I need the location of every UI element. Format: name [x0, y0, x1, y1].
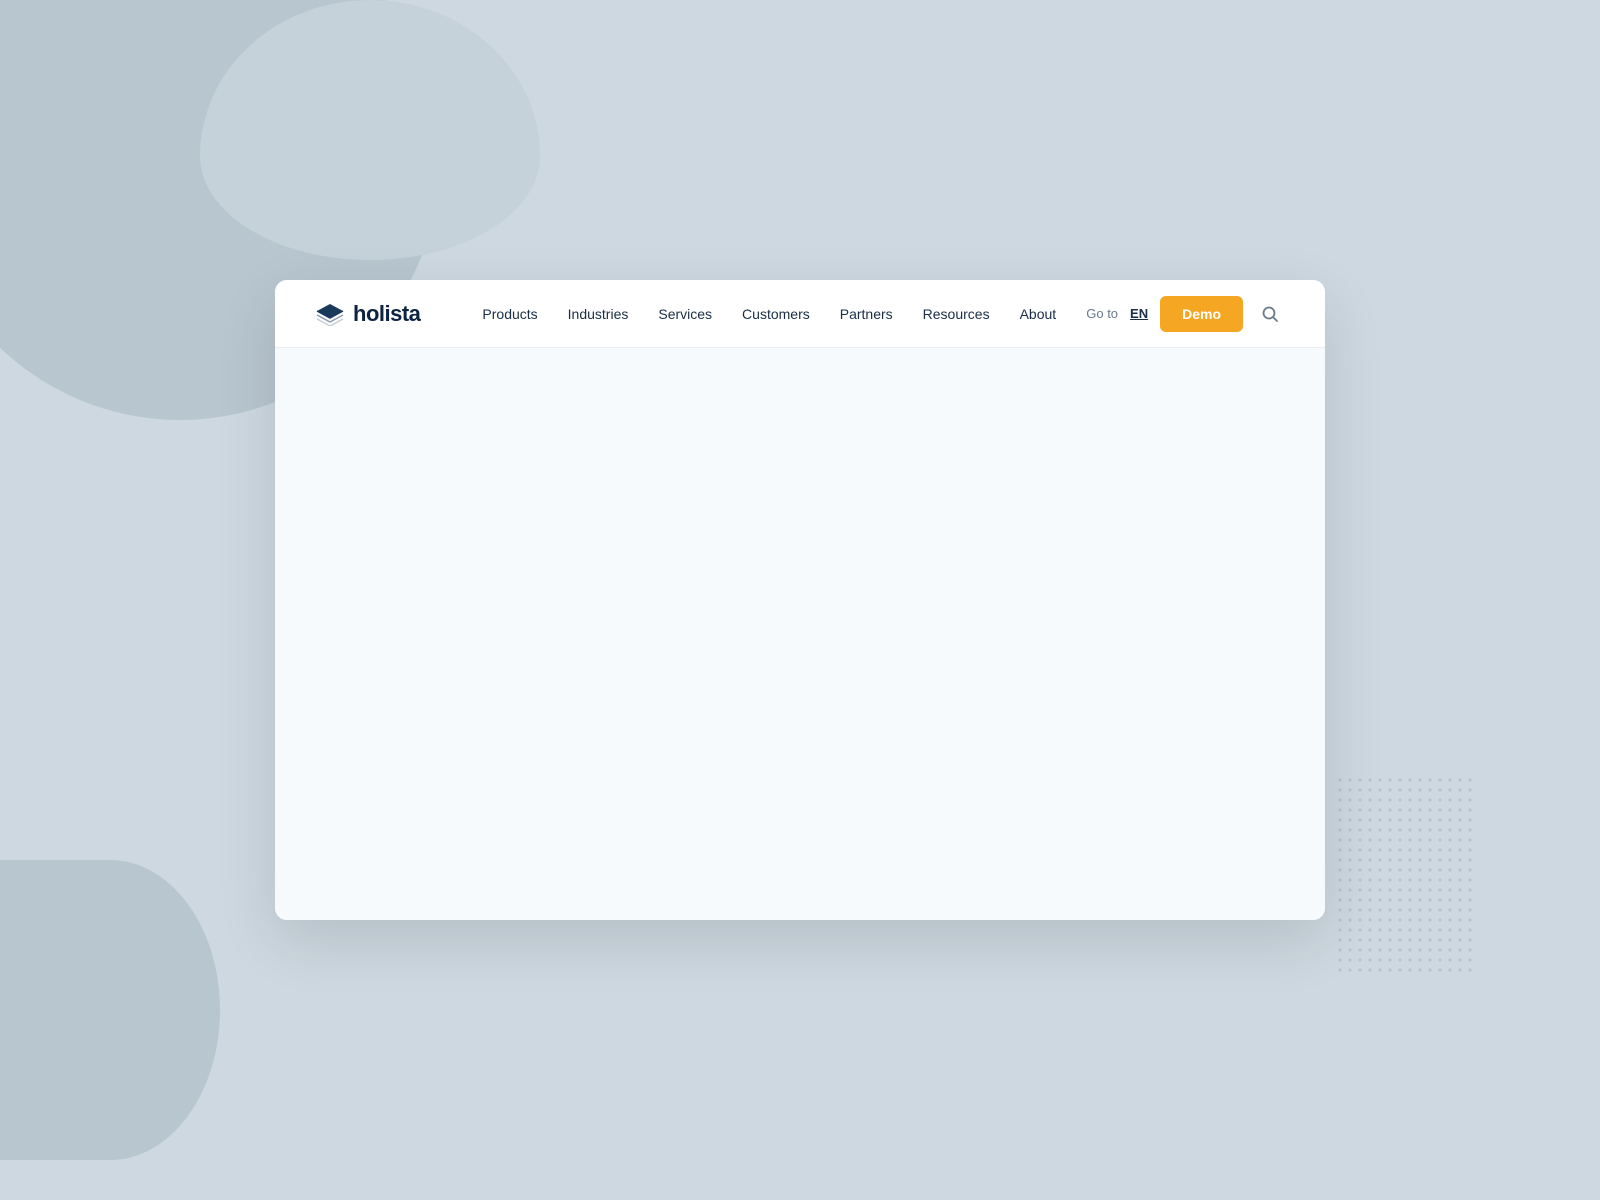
logo-text: holista — [353, 301, 420, 327]
logo-icon — [315, 302, 345, 326]
dot-grid-decoration — [1335, 775, 1495, 1045]
main-card: holista Products Industries Services Cus… — [275, 280, 1325, 920]
nav-industries[interactable]: Industries — [554, 298, 643, 330]
logo[interactable]: holista — [315, 301, 420, 327]
demo-button[interactable]: Demo — [1160, 296, 1243, 332]
nav-resources[interactable]: Resources — [909, 298, 1004, 330]
navbar: holista Products Industries Services Cus… — [275, 280, 1325, 348]
search-button[interactable] — [1255, 299, 1285, 329]
nav-services[interactable]: Services — [644, 298, 726, 330]
nav-actions: Go to EN Demo — [1086, 296, 1285, 332]
nav-partners[interactable]: Partners — [826, 298, 907, 330]
nav-links: Products Industries Services Customers P… — [468, 298, 1086, 330]
main-content — [275, 348, 1325, 920]
nav-products[interactable]: Products — [468, 298, 551, 330]
goto-label: Go to — [1086, 306, 1118, 321]
language-selector[interactable]: EN — [1130, 306, 1148, 321]
nav-customers[interactable]: Customers — [728, 298, 824, 330]
search-icon — [1261, 305, 1279, 323]
nav-about[interactable]: About — [1006, 298, 1071, 330]
bg-shape-left-bottom — [0, 860, 220, 1160]
